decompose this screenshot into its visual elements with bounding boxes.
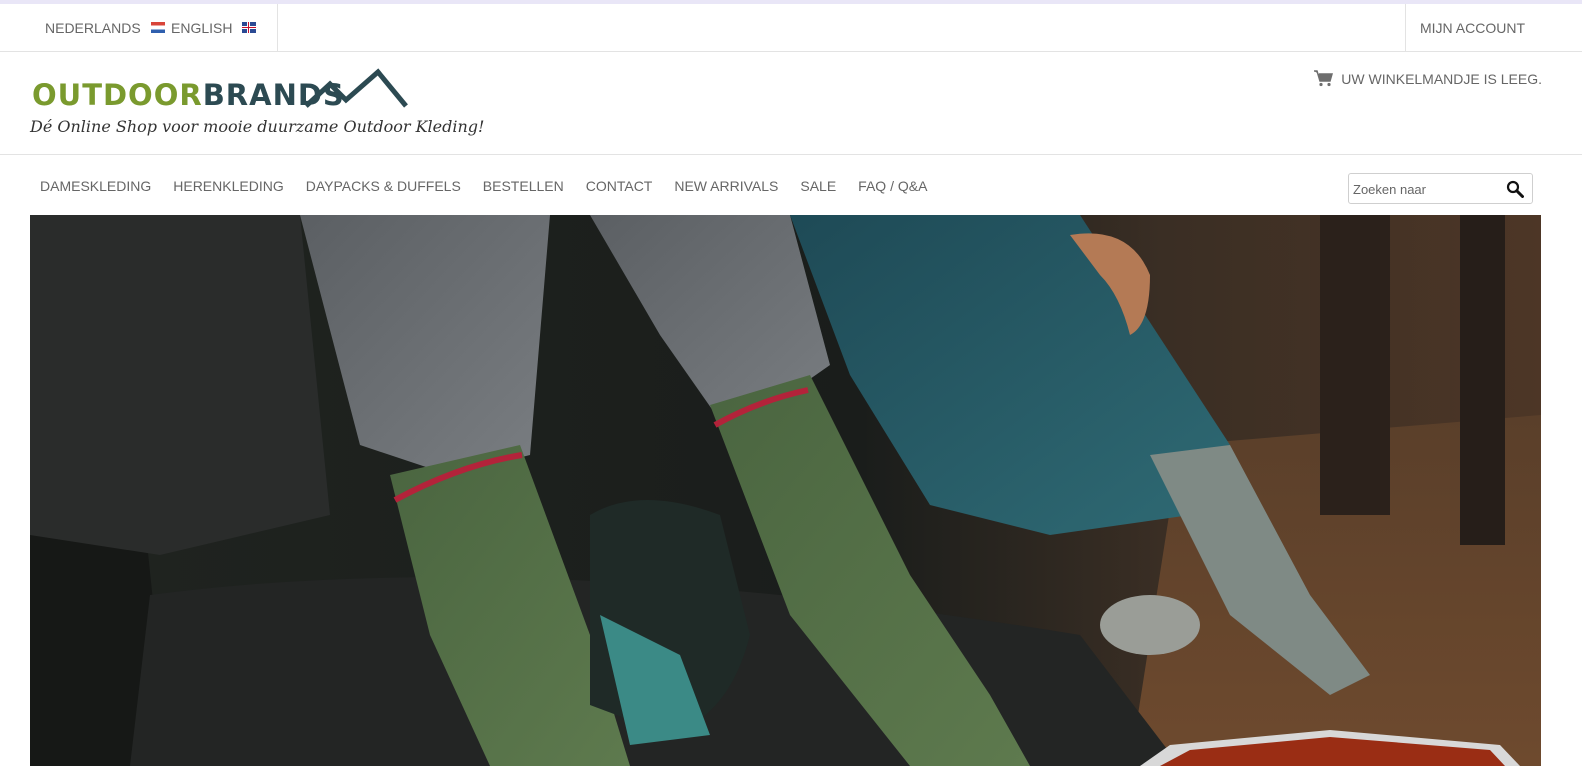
site-logo[interactable]: OUTDOORBRANDS Dé Online Shop voor mooie … — [30, 68, 484, 143]
top-bar: NEDERLANDS ENGLISH MIJN ACCOUNT — [0, 4, 1582, 52]
divider — [1405, 4, 1406, 51]
search-box — [1348, 173, 1533, 204]
magnifier-icon[interactable] — [1506, 180, 1524, 198]
nav-item-dameskleding[interactable]: DAMESKLEDING — [40, 178, 151, 194]
nav-item-contact[interactable]: CONTACT — [586, 178, 653, 194]
hero-photo-hikers-socks — [30, 215, 1541, 766]
logo-part-outdoor: OUTDOOR — [32, 78, 203, 112]
language-english[interactable]: ENGLISH — [171, 4, 257, 51]
language-label: NEDERLANDS — [45, 19, 141, 36]
language-label: ENGLISH — [171, 19, 233, 36]
nav-item-new-arrivals[interactable]: NEW ARRIVALS — [674, 178, 778, 194]
nav-item-faq[interactable]: FAQ / Q&A — [858, 178, 927, 194]
search-input[interactable] — [1353, 179, 1501, 199]
my-account-link[interactable]: MIJN ACCOUNT — [1420, 4, 1525, 51]
site-header: OUTDOORBRANDS Dé Online Shop voor mooie … — [0, 52, 1582, 155]
hero-banner[interactable] — [30, 215, 1541, 766]
flag-nl-icon — [150, 22, 165, 33]
shopping-cart-icon — [1314, 70, 1334, 87]
nav-item-daypacks-duffels[interactable]: DAYPACKS & DUFFELS — [306, 178, 461, 194]
cart-status-label: UW WINKELMANDJE IS LEEG. — [1341, 70, 1542, 87]
nav-item-sale[interactable]: SALE — [800, 178, 836, 194]
logo-wordmark: OUTDOORBRANDS — [32, 78, 345, 112]
logo-tagline: Dé Online Shop voor mooie duurzame Outdo… — [30, 117, 485, 136]
language-nederlands[interactable]: NEDERLANDS — [45, 4, 165, 51]
nav-item-bestellen[interactable]: BESTELLEN — [483, 178, 564, 194]
mountain-logo-icon — [304, 68, 408, 108]
nav-item-herenkleding[interactable]: HERENKLEDING — [173, 178, 283, 194]
main-nav: DAMESKLEDING HERENKLEDING DAYPACKS & DUF… — [0, 156, 1582, 215]
divider — [277, 4, 278, 51]
flag-uk-icon — [242, 22, 257, 33]
cart-widget[interactable]: UW WINKELMANDJE IS LEEG. — [1314, 70, 1542, 87]
